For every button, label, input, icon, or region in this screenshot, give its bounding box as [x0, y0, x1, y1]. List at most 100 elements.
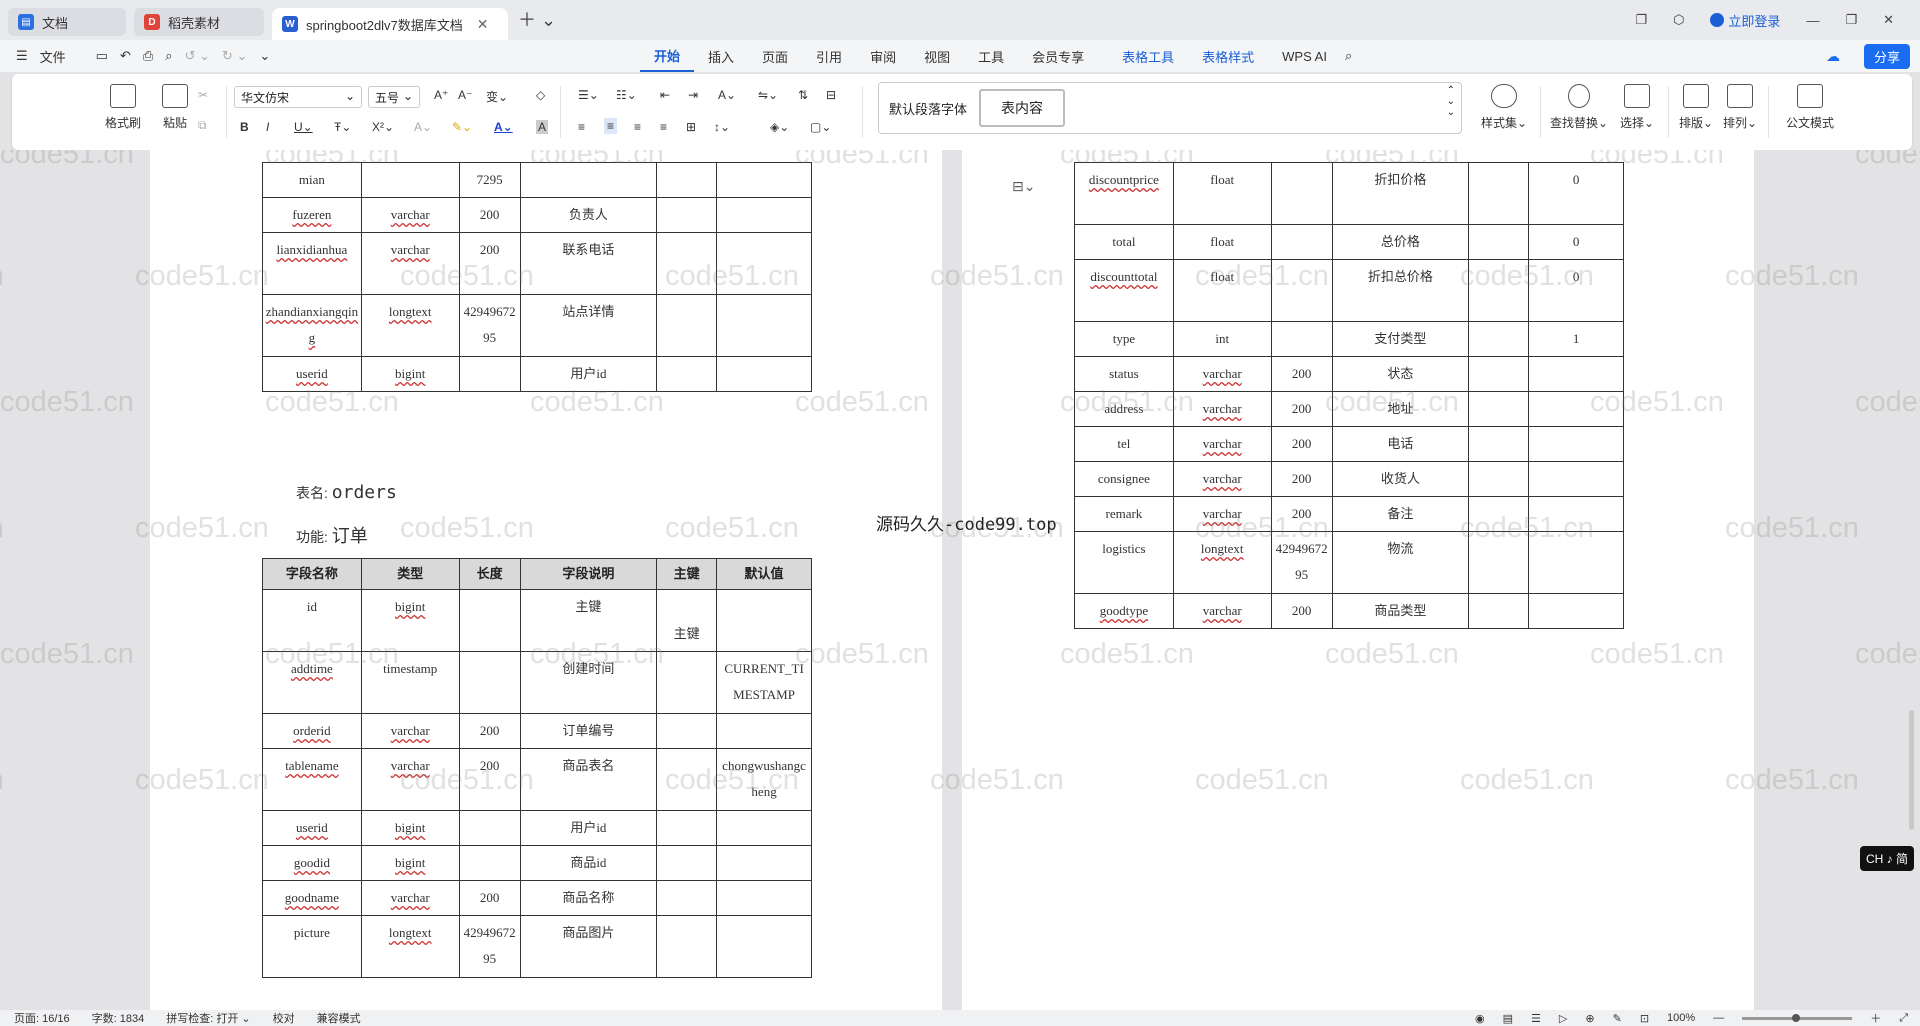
shading-icon[interactable]: ◈⌄: [770, 120, 789, 134]
zoom-slider[interactable]: [1742, 1013, 1853, 1022]
page-view-icon[interactable]: ▤: [1503, 1012, 1513, 1025]
undo-arrow-icon[interactable]: ↺ ⌄: [185, 48, 210, 64]
box-icon[interactable]: ⬡: [1673, 12, 1684, 28]
line-break-icon[interactable]: ⇋⌄: [758, 88, 778, 102]
vertical-scrollbar[interactable]: [1908, 150, 1916, 1010]
style-selected[interactable]: 表内容: [979, 89, 1065, 127]
align-right-icon[interactable]: ≡: [634, 120, 641, 134]
style-default[interactable]: 默认段落字体: [889, 99, 967, 118]
undo-icon[interactable]: ↶: [120, 48, 131, 64]
phonetic-icon[interactable]: 变⌄: [486, 88, 508, 105]
tab-table-tools[interactable]: 表格工具: [1108, 40, 1188, 72]
share-button[interactable]: 分享: [1863, 44, 1910, 69]
add-tab-icon[interactable]: ＋ ⌄: [518, 6, 556, 32]
clear-format-icon[interactable]: ◇: [536, 88, 545, 102]
zoom-level[interactable]: 100%: [1667, 1012, 1695, 1024]
page-left[interactable]: mian 7295 fuzeren varchar 200 负责人 lianxidianhu…: [150, 150, 942, 1010]
justify-icon[interactable]: ≡: [660, 120, 667, 134]
numbered-list-icon[interactable]: ☷⌄: [616, 88, 637, 102]
print-icon[interactable]: ⎙: [143, 48, 153, 64]
arrange-button[interactable]: 排列⌄: [1720, 84, 1760, 131]
sort-icon[interactable]: ⇅: [798, 88, 808, 102]
cut-icon[interactable]: ✂: [198, 88, 208, 102]
style-gallery[interactable]: 默认段落字体 表内容 ⌃ ⌄ ⌄: [878, 82, 1462, 134]
char-shading-icon[interactable]: A: [536, 120, 549, 134]
text-effect-icon[interactable]: A⌄: [414, 120, 432, 134]
document-area[interactable]: mian 7295 fuzeren varchar 200 负责人 lianxidianhu…: [0, 150, 1920, 1010]
page-right[interactable]: ⊟⌄ discountprice float 折扣价格 0 total float 总价格 0…: [962, 150, 1754, 1010]
tab-page[interactable]: 页面: [748, 40, 802, 72]
italic-icon[interactable]: I: [266, 120, 269, 134]
tab-review[interactable]: 审阅: [856, 40, 910, 72]
style-set-button[interactable]: 样式集⌄: [1474, 84, 1534, 131]
format-painter-button[interactable]: 格式刷: [98, 84, 148, 131]
play-icon[interactable]: ▷: [1559, 1012, 1567, 1025]
file-menu[interactable]: 文件: [40, 47, 66, 66]
web-icon[interactable]: ⊕: [1585, 1012, 1594, 1025]
outline-icon[interactable]: ☰: [1531, 1012, 1541, 1025]
zoom-knob[interactable]: [1792, 1013, 1801, 1022]
grow-font-icon[interactable]: A⁺: [434, 88, 448, 102]
fullscreen-icon[interactable]: ⤢: [1899, 1012, 1908, 1025]
shrink-font-icon[interactable]: A⁻: [458, 88, 472, 102]
align-center-icon[interactable]: ≡: [604, 118, 618, 134]
layout-button[interactable]: 排版⌄: [1676, 84, 1716, 131]
select-button[interactable]: 选择⌄: [1614, 84, 1660, 131]
find-replace-button[interactable]: 查找替换⌄: [1548, 84, 1610, 131]
tab-wps-ai[interactable]: WPS AI: [1268, 40, 1341, 72]
maximize-icon[interactable]: ❐: [1845, 12, 1857, 28]
zoom-in-icon[interactable]: ＋: [1870, 1010, 1881, 1026]
text-direction-icon[interactable]: A⌄: [718, 88, 736, 102]
tab-docs[interactable]: ▤ 文档: [8, 8, 126, 36]
restore-icon[interactable]: ❐: [1635, 12, 1647, 28]
highlight-icon[interactable]: ✎⌄: [452, 120, 472, 134]
close-icon[interactable]: ✕: [477, 16, 489, 33]
tab-docer[interactable]: D 稻壳素材: [134, 8, 264, 36]
align-left-icon[interactable]: ≡: [578, 120, 585, 134]
tab-insert[interactable]: 插入: [694, 40, 748, 72]
tab-table-style[interactable]: 表格样式: [1188, 40, 1268, 72]
tab-reference[interactable]: 引用: [802, 40, 856, 72]
decrease-indent-icon[interactable]: ⇤: [660, 88, 670, 102]
redo-icon[interactable]: ↻ ⌄: [222, 48, 247, 64]
table-anchor-icon[interactable]: ⊟⌄: [1012, 178, 1035, 195]
tab-document[interactable]: W springboot2dlv7数据库文档 ✕: [272, 8, 508, 40]
search-icon[interactable]: ⌕: [1345, 48, 1352, 64]
tab-home[interactable]: 开始: [640, 40, 695, 72]
distribute-icon[interactable]: ⊞: [686, 120, 696, 134]
font-size-select[interactable]: 五号 ⌄: [368, 86, 420, 108]
minimize-icon[interactable]: —: [1806, 13, 1819, 28]
window-close-icon[interactable]: ✕: [1883, 12, 1894, 28]
copy-icon[interactable]: ⧉: [198, 118, 207, 133]
show-marks-icon[interactable]: ⊟: [826, 88, 836, 102]
increase-indent-icon[interactable]: ⇥: [688, 88, 698, 102]
scroll-thumb[interactable]: [1909, 710, 1914, 830]
login-button[interactable]: 立即登录: [1710, 11, 1780, 30]
gallery-scroll-icon[interactable]: ⌃ ⌄ ⌄: [1447, 85, 1455, 118]
zoom-out-icon[interactable]: —: [1713, 1012, 1724, 1024]
font-color-icon[interactable]: A⌄: [494, 120, 513, 134]
fit-icon[interactable]: ⊡: [1640, 1012, 1649, 1025]
doc-mode-button[interactable]: 公文模式: [1782, 84, 1838, 131]
preview-icon[interactable]: ⌕: [165, 48, 172, 64]
tab-view[interactable]: 视图: [910, 40, 964, 72]
bold-icon[interactable]: B: [240, 120, 249, 134]
ime-indicator[interactable]: CH ♪ 简: [1859, 846, 1914, 871]
proofread[interactable]: 校对: [273, 1010, 295, 1026]
strikethrough-icon[interactable]: Ŧ⌄: [334, 120, 351, 134]
bullet-list-icon[interactable]: ☰⌄: [578, 88, 599, 102]
font-name-select[interactable]: 华文仿宋 ⌄: [234, 86, 362, 108]
pen-icon[interactable]: ✎: [1613, 1012, 1622, 1025]
border-icon[interactable]: ▢⌄: [810, 120, 831, 134]
hamburger-icon[interactable]: ☰: [16, 48, 28, 64]
tab-tools[interactable]: 工具: [964, 40, 1018, 72]
tab-member[interactable]: 会员专享: [1018, 40, 1098, 72]
paste-button[interactable]: 粘贴: [150, 84, 200, 131]
word-count[interactable]: 字数: 1834: [92, 1010, 145, 1026]
eye-icon[interactable]: ◉: [1475, 1012, 1485, 1025]
page-indicator[interactable]: 页面: 16/16: [14, 1010, 70, 1026]
save-icon[interactable]: ▭: [96, 48, 108, 64]
line-spacing-icon[interactable]: ↕⌄: [714, 120, 730, 134]
spell-check[interactable]: 拼写检查: 打开 ⌄: [166, 1010, 250, 1026]
cloud-upload-icon[interactable]: ☁: [1826, 48, 1840, 65]
